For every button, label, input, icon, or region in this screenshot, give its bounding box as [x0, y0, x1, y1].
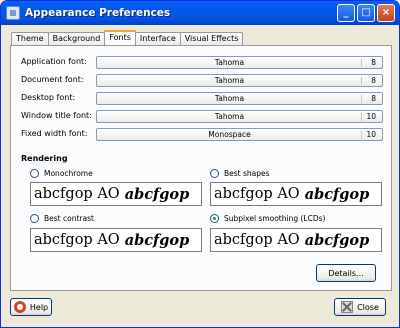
- rendering-heading: Rendering: [21, 154, 68, 163]
- fixed-width-font-row: Fixed width font: Monospace 10: [21, 128, 383, 141]
- sample-regular-text: abcfgop AO: [214, 232, 300, 248]
- font-name: Tahoma: [214, 94, 245, 103]
- sample-bold-text: abcfgop: [304, 231, 370, 249]
- window-title-font-row: Window title font: Tahoma 10: [21, 110, 383, 123]
- best-contrast-sample[interactable]: abcfgop AO abcfgop: [30, 228, 202, 252]
- best-shapes-sample[interactable]: abcfgop AO abcfgop: [210, 182, 382, 206]
- font-size: 10: [366, 112, 376, 121]
- sample-regular-text: abcfgop AO: [214, 186, 300, 202]
- desktop-font-label: Desktop font:: [21, 93, 76, 102]
- radio-indicator: [210, 169, 219, 178]
- sample-bold-text: abcfgop: [124, 231, 190, 249]
- font-size: 8: [371, 58, 376, 67]
- details-button[interactable]: Details...: [316, 264, 376, 282]
- close-button[interactable]: Close: [334, 298, 386, 316]
- best-contrast-radio[interactable]: Best contrast: [30, 214, 94, 223]
- best-shapes-radio[interactable]: Best shapes: [210, 169, 270, 178]
- radio-indicator: [30, 214, 39, 223]
- window-title: Appearance Preferences: [25, 7, 171, 19]
- divider: [361, 113, 362, 121]
- close-icon: [341, 301, 354, 313]
- application-font-button[interactable]: Tahoma 8: [96, 56, 383, 69]
- tab-visual-effects[interactable]: Visual Effects: [179, 32, 244, 45]
- radio-indicator-selected: [210, 214, 219, 223]
- help-label: Help: [29, 302, 49, 312]
- radio-label: Subpixel smoothing (LCDs): [224, 214, 326, 223]
- font-size: 10: [366, 130, 376, 139]
- fonts-panel: Application font: Tahoma 8 Document font…: [10, 45, 392, 291]
- document-font-button[interactable]: Tahoma 8: [96, 74, 383, 87]
- subpixel-smoothing-radio[interactable]: Subpixel smoothing (LCDs): [210, 214, 325, 223]
- radio-label: Best contrast: [44, 214, 94, 223]
- tab-theme[interactable]: Theme: [11, 32, 49, 45]
- radio-label: Monochrome: [44, 169, 93, 178]
- maximize-button[interactable]: □: [357, 4, 375, 22]
- application-font-row: Application font: Tahoma 8: [21, 56, 383, 69]
- divider: [361, 95, 362, 103]
- appearance-preferences-window: Appearance Preferences _ □ × Theme Backg…: [0, 0, 400, 328]
- tab-fonts[interactable]: Fonts: [104, 30, 136, 45]
- radio-label: Best shapes: [224, 169, 270, 178]
- radio-indicator: [30, 169, 39, 178]
- font-name: Monospace: [208, 130, 251, 139]
- tab-bar: Theme Background Fonts Interface Visual …: [11, 30, 244, 45]
- title-bar[interactable]: Appearance Preferences _ □ ×: [1, 1, 399, 25]
- document-font-row: Document font: Tahoma 8: [21, 74, 383, 87]
- fixed-width-font-button[interactable]: Monospace 10: [96, 128, 383, 141]
- font-size: 8: [371, 76, 376, 85]
- window-title-font-label: Window title font:: [21, 111, 92, 120]
- font-name: Tahoma: [214, 58, 245, 67]
- sample-regular-text: abcfgop AO: [34, 186, 120, 202]
- font-size: 8: [371, 94, 376, 103]
- fixed-width-font-label: Fixed width font:: [21, 129, 88, 138]
- font-name: Tahoma: [214, 76, 245, 85]
- subpixel-smoothing-sample[interactable]: abcfgop AO abcfgop: [210, 228, 382, 252]
- app-icon: [6, 6, 20, 20]
- divider: [361, 131, 362, 139]
- document-font-label: Document font:: [21, 75, 84, 84]
- close-label: Close: [357, 302, 379, 312]
- sample-bold-text: abcfgop: [304, 185, 370, 203]
- sample-regular-text: abcfgop AO: [34, 232, 120, 248]
- close-window-button[interactable]: ×: [377, 4, 395, 22]
- tab-interface[interactable]: Interface: [134, 32, 181, 45]
- divider: [361, 59, 362, 67]
- tab-background[interactable]: Background: [47, 32, 106, 45]
- window-title-font-button[interactable]: Tahoma 10: [96, 110, 383, 123]
- monochrome-radio[interactable]: Monochrome: [30, 169, 93, 178]
- application-font-label: Application font:: [21, 57, 87, 66]
- desktop-font-button[interactable]: Tahoma 8: [96, 92, 383, 105]
- help-icon: [13, 301, 26, 313]
- monochrome-sample[interactable]: abcfgop AO abcfgop: [30, 182, 202, 206]
- sample-bold-text: abcfgop: [124, 185, 190, 203]
- font-name: Tahoma: [214, 112, 245, 121]
- desktop-font-row: Desktop font: Tahoma 8: [21, 92, 383, 105]
- minimize-button[interactable]: _: [337, 4, 355, 22]
- help-button[interactable]: Help: [10, 298, 52, 316]
- divider: [361, 77, 362, 85]
